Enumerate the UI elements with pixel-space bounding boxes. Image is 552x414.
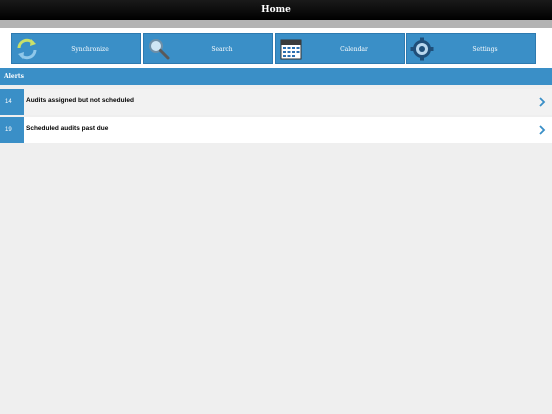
toolbar: Synchronize Search Calendar Settings xyxy=(0,28,552,68)
alert-row-unscheduled[interactable]: 14 Audits assigned but not scheduled xyxy=(0,89,552,115)
alert-count-badge: 19 xyxy=(0,117,24,143)
synchronize-button[interactable]: Synchronize xyxy=(11,33,141,64)
alert-row-past-due[interactable]: 19 Scheduled audits past due xyxy=(0,117,552,143)
chevron-right-icon xyxy=(539,125,546,135)
alert-count-badge: 14 xyxy=(0,89,24,115)
page-title: Home xyxy=(261,5,291,15)
alerts-title: Alerts xyxy=(4,73,25,80)
synchronize-label: Synchronize xyxy=(71,46,109,53)
calendar-button[interactable]: Calendar xyxy=(275,33,405,64)
calendar-label: Calendar xyxy=(340,46,368,53)
calendar-icon xyxy=(280,39,302,60)
content-area xyxy=(0,143,552,414)
alert-text: Scheduled audits past due xyxy=(26,125,109,132)
title-separator xyxy=(0,20,552,28)
settings-label: Settings xyxy=(472,46,498,53)
magnifier-icon xyxy=(149,39,170,60)
gear-icon xyxy=(410,37,434,61)
settings-button[interactable]: Settings xyxy=(406,33,536,64)
search-label: Search xyxy=(211,46,233,53)
chevron-right-icon xyxy=(539,97,546,107)
title-bar: Home xyxy=(0,0,552,20)
alert-text: Audits assigned but not scheduled xyxy=(26,97,134,104)
sync-icon xyxy=(17,38,37,60)
alerts-section-header: Alerts xyxy=(0,68,552,85)
search-button[interactable]: Search xyxy=(143,33,273,64)
